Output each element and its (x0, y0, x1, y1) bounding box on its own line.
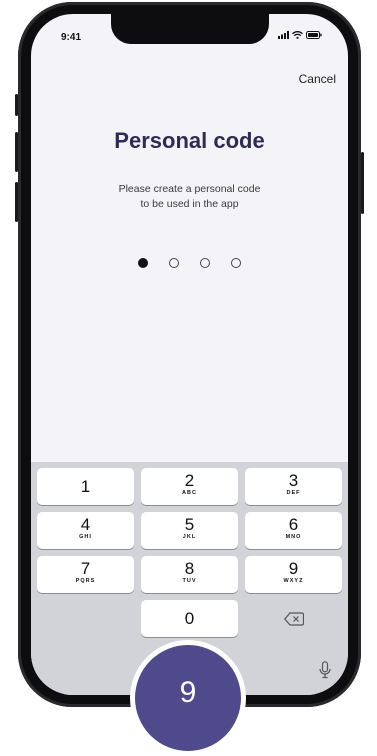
cancel-button[interactable]: Cancel (299, 72, 336, 86)
backspace-button[interactable] (284, 612, 305, 631)
key-digit: 0 (184, 609, 195, 628)
key-digit: 8 (184, 559, 195, 578)
key-4[interactable]: 4 GHI (37, 512, 134, 549)
phone-screen: 9:41 Cancel Personal code Please create … (31, 14, 348, 695)
key-digit: 4 (80, 515, 91, 534)
signal-icon (278, 31, 289, 39)
key-5[interactable]: 5 JKL (141, 512, 238, 549)
status-time: 9:41 (61, 32, 82, 43)
key-1[interactable]: 1 (37, 468, 134, 505)
key-letters: GHI (79, 534, 92, 540)
key-letters: MNO (285, 534, 302, 540)
key-7[interactable]: 7 PQRS (37, 556, 134, 593)
key-digit: 1 (80, 477, 91, 496)
microphone-icon (319, 661, 331, 679)
phone-frame: 9:41 Cancel Personal code Please create … (15, 2, 364, 707)
page-subtitle: Please create a personal code to be used… (91, 182, 288, 212)
silent-switch (15, 94, 18, 116)
key-digit: 2 (184, 471, 195, 490)
key-2[interactable]: 2 ABC (141, 468, 238, 505)
key-letters: JKL (182, 534, 197, 540)
key-6[interactable]: 6 MNO (245, 512, 342, 549)
code-dot-empty (200, 258, 210, 268)
notch (111, 14, 269, 44)
volume-up-button (15, 132, 18, 172)
key-digit: 5 (184, 515, 195, 534)
status-icons (278, 31, 322, 39)
subtitle-line-2: to be used in the app (140, 198, 239, 210)
key-letters: PQRS (75, 578, 96, 584)
subtitle-line-1: Please create a personal code (118, 183, 261, 195)
page-title: Personal code (114, 128, 265, 153)
battery-icon (306, 31, 322, 39)
key-letters: WXYZ (283, 578, 304, 584)
key-digit: 7 (80, 559, 91, 578)
step-number-badge: 9 (130, 640, 246, 756)
key-3[interactable]: 3 DEF (245, 468, 342, 505)
key-letters: TUV (182, 578, 197, 584)
backspace-icon (284, 612, 305, 626)
key-digit: 9 (288, 559, 299, 578)
key-0[interactable]: 0 (141, 600, 238, 637)
power-button (361, 152, 364, 214)
key-letters: DEF (286, 490, 301, 496)
key-digit: 6 (288, 515, 299, 534)
code-dot-empty (231, 258, 241, 268)
code-indicator (31, 258, 348, 268)
volume-down-button (15, 182, 18, 222)
dictation-button[interactable] (319, 661, 331, 684)
key-digit: 3 (288, 471, 299, 490)
key-letters: ABC (182, 490, 197, 496)
code-dot-filled (138, 258, 148, 268)
wifi-icon (292, 31, 303, 39)
key-9[interactable]: 9 WXYZ (245, 556, 342, 593)
key-8[interactable]: 8 TUV (141, 556, 238, 593)
code-dot-empty (169, 258, 179, 268)
